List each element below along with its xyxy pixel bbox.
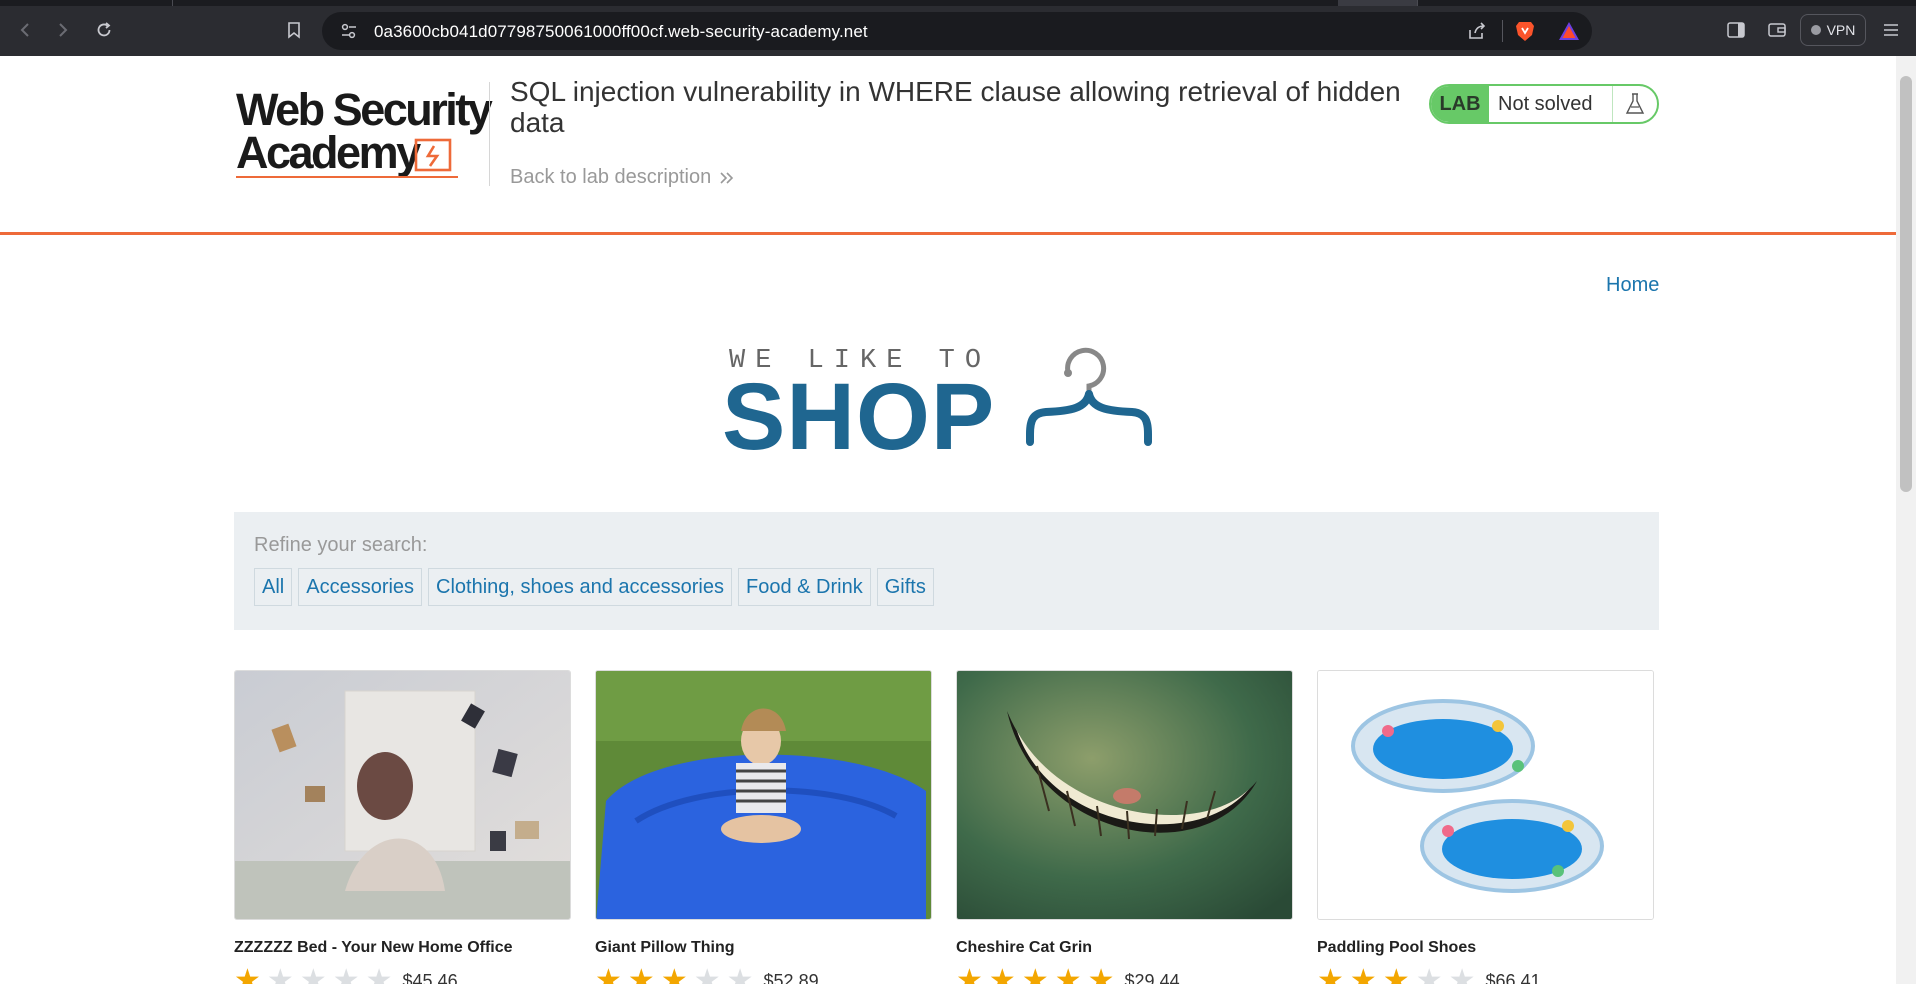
filter-gifts[interactable]: Gifts — [876, 568, 934, 606]
filter-all[interactable]: All — [254, 568, 293, 606]
url-text[interactable]: 0a3600cb041d07798750061000ff00cf.web-sec… — [374, 22, 868, 42]
chevron-left-icon — [20, 23, 29, 37]
star-icon: ★ — [660, 964, 688, 984]
star-icon: ★ — [1054, 964, 1082, 984]
star-icon: ★ — [595, 964, 622, 984]
share-icon[interactable] — [1467, 22, 1487, 45]
back-to-lab-description-link[interactable]: Back to lab description — [510, 166, 735, 189]
star-icon: ★ — [1415, 964, 1443, 984]
scrollbar-thumb[interactable] — [1900, 76, 1912, 492]
vpn-label: VPN — [1826, 22, 1856, 38]
star-icon: ★ — [726, 964, 754, 984]
product-rating: ★ ★ ★ ★ ★ — [595, 966, 754, 984]
logo-line-2: Academy — [236, 127, 421, 178]
menu-button[interactable] — [1876, 15, 1906, 45]
double-chevron-right-icon — [720, 171, 734, 184]
product-image[interactable] — [1317, 670, 1654, 920]
wallet-icon — [1768, 23, 1786, 37]
filter-clothing-shoes-accessories[interactable]: Clothing, shoes and accessories — [428, 568, 732, 606]
web-security-academy-logo[interactable]: Web Security Academy — [236, 82, 493, 180]
brave-rewards-icon[interactable] — [1558, 21, 1580, 46]
category-filter-list: All Accessories Clothing, shoes and acce… — [254, 568, 934, 606]
product-image[interactable] — [234, 670, 571, 920]
lab-title: SQL injection vulnerability in WHERE cla… — [510, 76, 1401, 138]
shop-logo: WE LIKE TO SHOP — [722, 346, 1166, 466]
filter-food-drink[interactable]: Food & Drink — [738, 568, 871, 606]
star-icon: ★ — [1317, 964, 1344, 984]
sidebar-icon — [1727, 22, 1745, 38]
star-icon: ★ — [332, 964, 360, 984]
product-meta: ★ ★ ★ ★ ★ $29.44 — [956, 966, 1180, 984]
product-meta: ★ ★ ★ ★ ★ $66.41 — [1317, 966, 1541, 984]
clothes-hanger-icon — [1026, 347, 1152, 446]
star-icon: ★ — [693, 964, 721, 984]
logo-mark-icon — [414, 138, 452, 172]
star-icon: ★ — [627, 964, 655, 984]
bookmark-icon — [288, 22, 300, 39]
product-image[interactable] — [956, 670, 1293, 920]
lab-status-widget: LAB Not solved — [1429, 84, 1659, 124]
product-name[interactable]: Cheshire Cat Grin — [956, 939, 1092, 957]
filter-accessories[interactable]: Accessories — [298, 568, 423, 606]
header-divider — [489, 82, 490, 186]
product-meta: ★ ★ ★ ★ ★ $52.89 — [595, 966, 819, 984]
product-rating: ★ ★ ★ ★ ★ — [1317, 966, 1476, 984]
wallet-button[interactable] — [1762, 15, 1792, 45]
star-icon: ★ — [234, 964, 261, 984]
search-filters: Refine your search: All Accessories Clot… — [234, 512, 1659, 630]
back-link-label: Back to lab description — [510, 166, 712, 188]
header-separator — [0, 232, 1896, 235]
star-icon: ★ — [365, 964, 393, 984]
star-icon: ★ — [1448, 964, 1476, 984]
logo-line-1: Web Security — [236, 84, 493, 135]
back-button[interactable] — [10, 15, 40, 45]
star-icon: ★ — [956, 964, 983, 984]
product-rating: ★ ★ ★ ★ ★ — [956, 966, 1115, 984]
hamburger-icon — [1884, 24, 1898, 36]
site-settings-icon[interactable] — [340, 23, 358, 44]
star-icon: ★ — [1349, 964, 1377, 984]
star-icon: ★ — [1382, 964, 1410, 984]
star-icon: ★ — [266, 964, 294, 984]
product-card[interactable]: Cheshire Cat Grin ★ ★ ★ ★ ★ $29.44 — [956, 670, 1294, 984]
lab-tag: LAB — [1431, 86, 1489, 122]
logo-underline — [236, 176, 458, 178]
flask-icon — [1613, 86, 1657, 122]
refine-search-label: Refine your search: — [254, 534, 428, 556]
page-content: Web Security Academy SQL injection vulne… — [0, 56, 1896, 984]
product-name[interactable]: Giant Pillow Thing — [595, 939, 735, 957]
product-meta: ★ ★ ★ ★ ★ $45.46 — [234, 966, 458, 984]
product-name[interactable]: Paddling Pool Shoes — [1317, 939, 1476, 957]
product-rating: ★ ★ ★ ★ ★ — [234, 966, 393, 984]
forward-button[interactable] — [48, 15, 78, 45]
shop-logo-word: SHOP — [722, 364, 996, 470]
product-card[interactable]: Paddling Pool Shoes ★ ★ ★ ★ ★ $66.41 — [1317, 670, 1655, 984]
star-icon: ★ — [299, 964, 327, 984]
product-image[interactable] — [595, 670, 932, 920]
bookmark-button[interactable] — [279, 15, 309, 45]
urlbar-divider — [1502, 20, 1503, 42]
chevron-right-icon — [59, 23, 68, 37]
product-name[interactable]: ZZZZZZ Bed - Your New Home Office — [234, 939, 513, 957]
home-link[interactable]: Home — [1606, 274, 1659, 297]
star-icon: ★ — [1021, 964, 1049, 984]
address-bar[interactable]: 0a3600cb041d07798750061000ff00cf.web-sec… — [322, 12, 1592, 50]
star-icon: ★ — [1087, 964, 1115, 984]
vertical-scrollbar[interactable] — [1896, 56, 1916, 984]
lab-status-text: Not solved — [1489, 86, 1613, 122]
product-card[interactable]: ZZZZZZ Bed - Your New Home Office ★ ★ ★ ★ ★ … — [234, 670, 572, 984]
product-price: $66.41 — [1485, 970, 1541, 984]
product-card[interactable]: Giant Pillow Thing ★ ★ ★ ★ ★ $52.89 — [595, 670, 933, 984]
reload-button[interactable] — [89, 15, 119, 45]
vpn-button[interactable]: VPN — [1800, 14, 1866, 46]
vpn-status-dot — [1810, 25, 1821, 35]
star-icon: ★ — [988, 964, 1016, 984]
product-price: $45.46 — [402, 970, 458, 984]
brave-shields-icon[interactable] — [1515, 20, 1535, 47]
reload-icon — [97, 22, 111, 37]
product-price: $29.44 — [1124, 970, 1180, 984]
sidebar-button[interactable] — [1721, 15, 1751, 45]
product-price: $52.89 — [763, 970, 819, 984]
browser-toolbar: 0a3600cb041d07798750061000ff00cf.web-sec… — [0, 6, 1916, 56]
